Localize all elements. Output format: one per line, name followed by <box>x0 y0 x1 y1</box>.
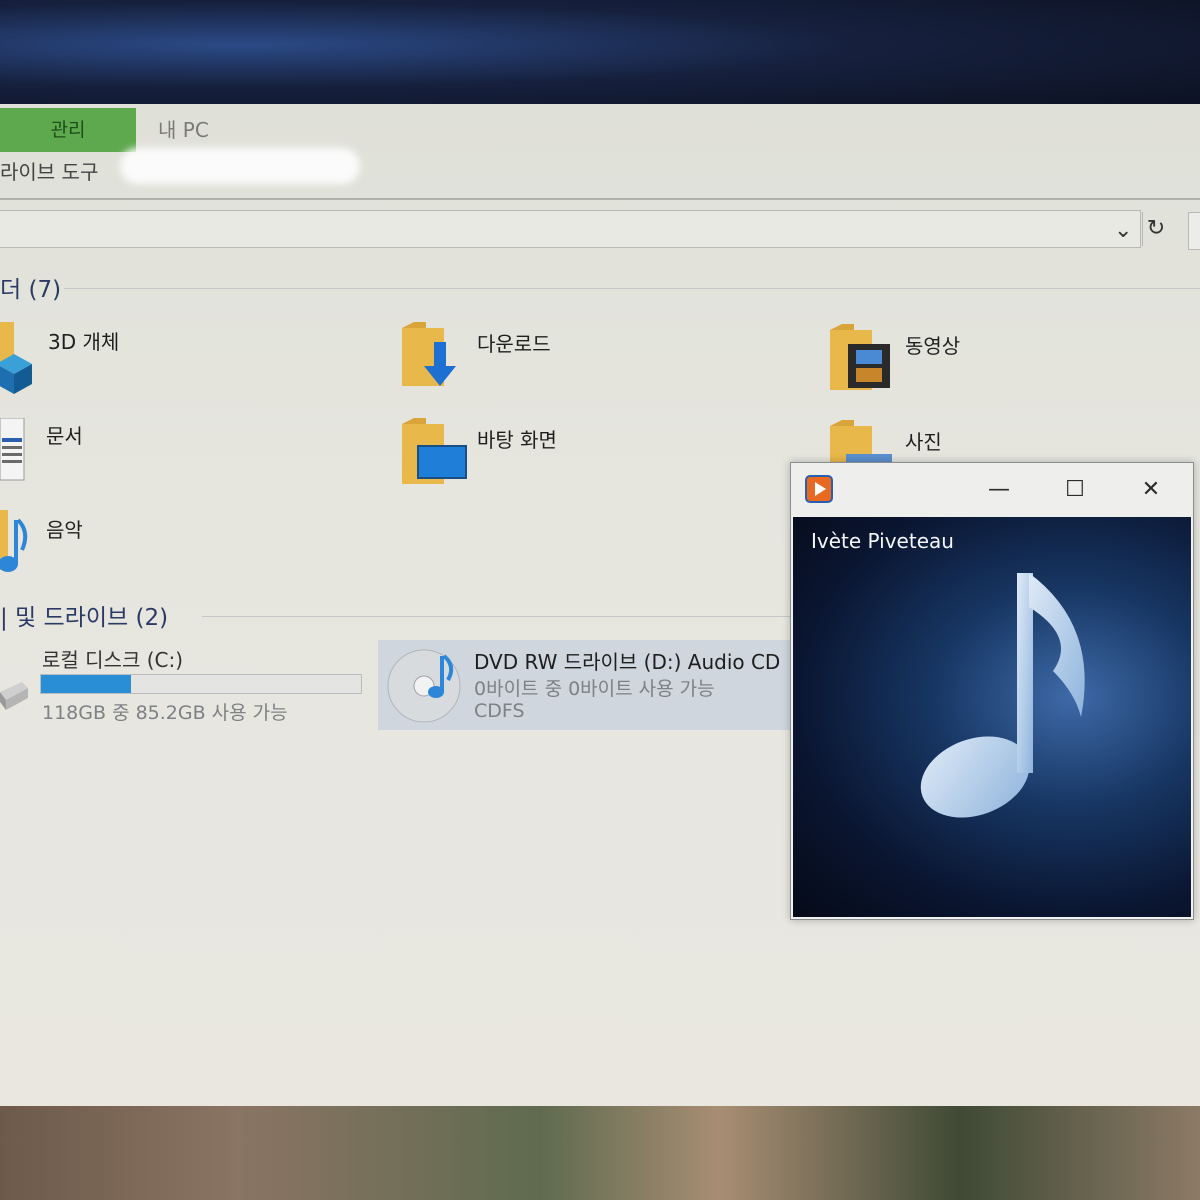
desktop-wallpaper-top <box>0 0 1200 112</box>
artist-name: Ivète Piveteau <box>811 529 954 553</box>
drive-space-text: 0바이트 중 0바이트 사용 가능 <box>474 678 715 700</box>
folder-pictures[interactable]: 사진 <box>828 418 1028 468</box>
documents-folder-icon <box>0 418 25 481</box>
maximize-button[interactable]: ☐ <box>1055 473 1095 507</box>
downloads-folder-icon <box>402 322 456 386</box>
folder-label: 다운로드 <box>477 332 551 356</box>
tab-mypc[interactable]: 내 PC <box>158 108 209 152</box>
folder-label: 바탕 화면 <box>477 428 557 452</box>
folder-label: 3D 개체 <box>48 330 120 354</box>
drive-name: DVD RW 드라이브 (D:) Audio CD <box>474 650 781 674</box>
folders-group-title[interactable]: 더 (7) <box>0 270 61 304</box>
folder-downloads[interactable]: 다운로드 <box>400 320 600 390</box>
music-note-icon <box>920 573 1085 818</box>
3d-objects-folder-icon <box>0 322 32 394</box>
drive-c-usage-fill <box>41 675 131 693</box>
close-button[interactable]: ✕ <box>1131 473 1171 507</box>
refresh-button[interactable]: ↻ <box>1142 212 1169 246</box>
drive-c-usage-bar <box>40 674 362 694</box>
drive-filesystem-text: CDFS <box>474 700 525 722</box>
ribbon-divider <box>0 198 1200 200</box>
hard-drive-icon <box>0 682 28 710</box>
tab-manage[interactable]: 관리 <box>0 108 136 152</box>
media-player-titlebar[interactable]: — ☐ ✕ <box>791 463 1193 517</box>
desktop-wallpaper-bottom <box>0 1106 1200 1200</box>
media-player-window[interactable]: — ☐ ✕ Ivète Piveteau <box>790 462 1194 920</box>
drive-c-space-text: 118GB 중 85.2GB 사용 가능 <box>42 702 288 724</box>
search-box[interactable] <box>1188 212 1200 250</box>
music-folder-icon <box>0 510 28 572</box>
folder-label: 음악 <box>46 518 83 542</box>
drive-dvd-d[interactable]: DVD RW 드라이브 (D:) Audio CD 0바이트 중 0바이트 사용… <box>378 640 798 730</box>
minimize-button[interactable]: — <box>979 473 1019 507</box>
address-history-chevron-icon[interactable]: ⌄ <box>1114 218 1132 243</box>
ribbon-tabs: 관리 내 PC <box>0 104 1200 152</box>
folder-desktop[interactable]: 바탕 화면 <box>400 416 600 488</box>
desktop-folder-icon <box>402 418 467 484</box>
redacted-area <box>120 148 360 184</box>
folder-videos[interactable]: 동영상 <box>828 322 1028 394</box>
videos-folder-icon <box>830 324 890 390</box>
folder-label: 문서 <box>46 424 83 448</box>
media-player-app-icon <box>805 475 833 503</box>
drives-group-divider <box>202 616 802 617</box>
drive-name: 로컬 디스크 (C:) <box>42 648 184 672</box>
media-player-artwork: Ivète Piveteau <box>793 517 1191 917</box>
address-bar[interactable] <box>0 210 1141 248</box>
folder-3d-objects[interactable]: 3D 개체 <box>0 318 120 398</box>
folder-music[interactable]: 음악 <box>0 508 120 578</box>
drive-tools-tab[interactable]: 라이브 도구 <box>0 156 98 185</box>
pictures-folder-icon <box>830 420 892 468</box>
audio-cd-icon <box>387 649 461 723</box>
folder-documents[interactable]: 문서 <box>0 416 120 486</box>
drives-group-title[interactable]: | 및 드라이브 (2) <box>0 598 168 632</box>
folder-label: 동영상 <box>905 334 961 358</box>
folders-group-divider <box>64 288 1200 289</box>
folder-label: 사진 <box>905 430 942 454</box>
